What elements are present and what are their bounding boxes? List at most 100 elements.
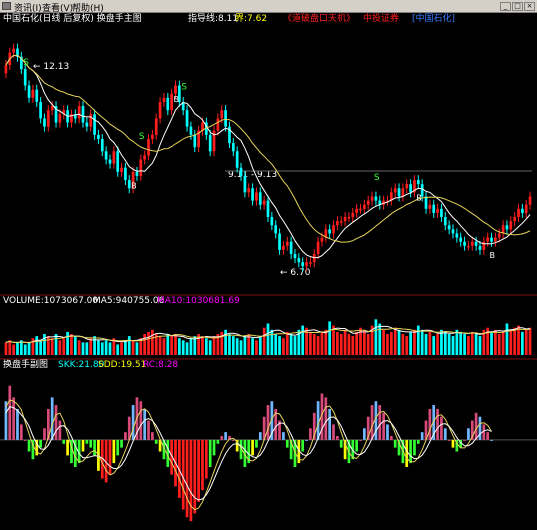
candle-body	[270, 217, 274, 226]
oscillator-bar	[258, 432, 262, 440]
candle-body	[328, 229, 332, 234]
oscillator-bar	[266, 405, 270, 440]
volume-bar	[347, 334, 351, 355]
volume-bar	[39, 340, 42, 355]
oscillator-bar	[143, 408, 147, 440]
volume-bar	[100, 342, 104, 355]
oscillator-bar	[62, 439, 66, 444]
volume-bar	[339, 334, 343, 355]
oscillator-bar	[131, 405, 135, 440]
volume-bar	[135, 342, 139, 355]
close-icon[interactable]: ×	[524, 2, 535, 11]
candle-body	[135, 171, 139, 176]
candle-body	[370, 196, 374, 201]
oscillator-bar	[251, 439, 254, 456]
volume-bar	[73, 336, 77, 355]
volume-bar	[474, 334, 478, 355]
candle-body	[470, 241, 474, 246]
maximize-icon[interactable]: □	[512, 2, 523, 11]
candle-body	[432, 204, 436, 213]
volume-bar	[181, 340, 185, 355]
oscillator-bar	[474, 412, 478, 440]
candle-body	[517, 208, 520, 218]
volume-bar	[436, 334, 439, 355]
window-controls: _ □ ×	[499, 1, 535, 11]
oscillator-bar	[409, 439, 412, 464]
volume-bar	[451, 336, 455, 355]
volume-bar	[393, 327, 397, 355]
volume-bar	[351, 336, 355, 355]
candle-body	[12, 48, 15, 53]
volume-bar	[266, 323, 270, 355]
volume-bar	[262, 327, 266, 355]
oscillator-bar	[405, 439, 409, 467]
volume-bar	[258, 336, 262, 355]
candle-body	[459, 237, 463, 242]
candle-body	[289, 241, 293, 255]
volume-bar	[97, 340, 100, 355]
volume-bar	[405, 336, 409, 355]
oscillator-bar	[201, 439, 204, 491]
volume-bar	[35, 336, 39, 355]
volume-bar	[231, 336, 235, 355]
oscillator-bar	[12, 397, 15, 440]
oscillator-bar	[147, 420, 150, 440]
volume-bar	[455, 329, 459, 355]
oscillator-bar	[282, 432, 285, 440]
candle-body	[85, 122, 89, 127]
candle-body	[108, 159, 112, 164]
volume-bar	[143, 334, 147, 355]
candle-body	[262, 200, 266, 205]
candle-body	[104, 151, 108, 160]
chart-canvas[interactable]: SSSSBBBB	[0, 13, 537, 530]
volume-bar	[293, 336, 297, 355]
volume-bar	[478, 336, 482, 355]
candle-body	[154, 118, 158, 135]
sell-marker: S	[181, 83, 187, 93]
oscillator-bar	[428, 408, 432, 440]
candle-body	[50, 106, 54, 111]
candle-body	[339, 221, 343, 223]
oscillator-bar	[486, 432, 490, 440]
oscillator-bar	[328, 408, 332, 440]
oscillator-bar	[66, 439, 69, 456]
candle-body	[243, 175, 247, 193]
volume-bar	[104, 340, 108, 355]
oscillator-bar	[19, 424, 23, 440]
ma-short-line	[5, 54, 531, 259]
volume-bar	[316, 336, 320, 355]
candle-body	[447, 225, 451, 230]
volume-bar	[54, 334, 58, 355]
volume-bar	[413, 329, 416, 355]
candlesticks	[4, 43, 532, 272]
sell-marker: S	[139, 132, 145, 142]
oscillator-bar	[54, 405, 58, 440]
candle-body	[393, 188, 397, 193]
oscillator-bar	[336, 436, 339, 440]
candle-body	[374, 196, 378, 201]
candle-body	[43, 118, 46, 127]
candle-body	[355, 208, 358, 213]
minimize-icon[interactable]: _	[500, 2, 511, 11]
candle-body	[266, 200, 270, 218]
volume-bar	[278, 336, 281, 355]
candle-body	[89, 114, 93, 127]
volume-bar	[463, 334, 466, 355]
candle-body	[521, 208, 524, 213]
volume-bar	[382, 329, 385, 355]
volume-bar	[189, 338, 193, 355]
candle-body	[58, 114, 62, 123]
candle-body	[363, 204, 366, 209]
volume-bar	[239, 340, 243, 355]
volume-bar	[224, 329, 227, 355]
candle-body	[285, 241, 289, 246]
candle-body	[4, 64, 8, 74]
candle-body	[139, 159, 143, 176]
oscillator-bar	[89, 439, 93, 448]
volume-bar	[428, 331, 432, 355]
candle-body	[443, 217, 447, 226]
oscillator-bar	[378, 405, 382, 440]
candle-body	[401, 188, 405, 197]
stock-chart-window: { "menu": {"items": ["资讯(I)", "查看(V)", "…	[0, 0, 537, 530]
oscillator-bar	[120, 439, 123, 448]
